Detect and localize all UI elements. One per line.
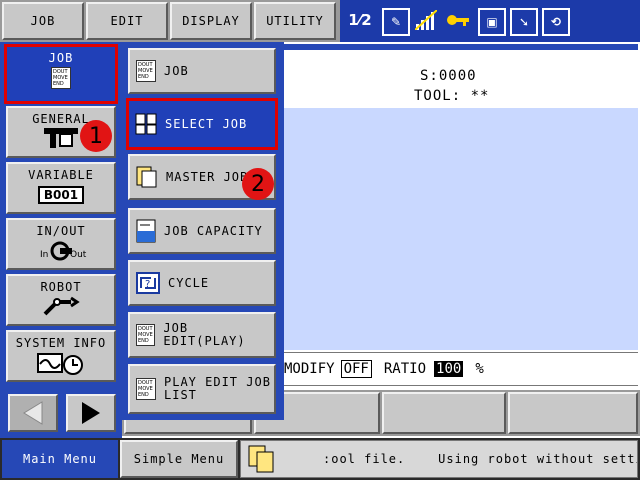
key-icon — [446, 8, 470, 32]
arrow-left-icon — [23, 401, 43, 425]
main-menu-variable-label: VARIABLE — [28, 168, 94, 182]
job-capacity-icon — [136, 219, 156, 243]
page-back-button[interactable] — [8, 394, 58, 432]
menu-display[interactable]: DISPLAY — [170, 2, 252, 40]
main-menu-button[interactable]: Main Menu — [2, 440, 118, 478]
job-doc-icon: DOUT MOVE END — [136, 60, 156, 82]
cycle-icon: ⟲ — [542, 8, 570, 36]
variable-box: B001 — [37, 186, 85, 204]
step-number: S:0000 — [420, 68, 477, 84]
message-area: :ool file. Using robot without setting t — [240, 440, 638, 478]
message-text: :ool file. Using robot without setting t — [323, 452, 637, 466]
welding-gun-icon — [44, 128, 78, 148]
submenu-job-capacity[interactable]: JOB CAPACITY — [128, 208, 276, 254]
submenu-job-label: JOB — [164, 63, 189, 78]
function-key-3[interactable] — [382, 392, 506, 434]
submenu-cycle-label: CYCLE — [168, 275, 210, 290]
main-menu-system-info[interactable]: SYSTEM INFO — [6, 330, 116, 382]
main-menu-job[interactable]: JOB DOUT MOVE END — [4, 44, 118, 104]
export-icon: ➘ — [510, 8, 538, 36]
in-out-icon: In Out — [36, 238, 86, 264]
tool-number: TOOL: ** — [414, 88, 490, 104]
menu-edit[interactable]: EDIT — [86, 2, 168, 40]
select-job-icon — [135, 113, 157, 135]
main-menu-system-info-label: SYSTEM INFO — [15, 336, 107, 350]
ratio-label: RATIO — [383, 361, 427, 377]
main-menu-in-out[interactable]: IN/OUT In Out — [6, 218, 116, 270]
robot-arm-icon — [43, 296, 80, 316]
modify-value[interactable]: OFF — [340, 360, 372, 378]
page-forward-button[interactable] — [66, 394, 116, 432]
submenu-play-edit-job-list-label: PLAY EDIT JOB LIST — [164, 375, 271, 402]
submenu-play-edit-job-list[interactable]: DOUT MOVE END PLAY EDIT JOB LIST — [128, 364, 276, 414]
ratio-value[interactable]: 100 — [434, 361, 464, 377]
main-menu-robot[interactable]: ROBOT — [6, 274, 116, 326]
job-number-icon: 1⁄2 — [348, 11, 372, 29]
submenu-select-job-label: SELECT JOB — [165, 116, 248, 131]
image-icon: ▣ — [478, 8, 506, 36]
modify-label: MODIFY — [284, 361, 335, 377]
svg-text:?: ? — [145, 279, 150, 290]
main-menu-job-label: JOB — [48, 51, 74, 65]
submenu-job-capacity-label: JOB CAPACITY — [164, 223, 263, 238]
edit-mode-icon: ✎ — [382, 8, 410, 36]
submenu-master-job-label: MASTER JOB — [166, 169, 249, 184]
system-info-icon — [37, 353, 83, 375]
step-badge-1: 1 — [80, 120, 112, 152]
submenu-select-job[interactable]: SELECT JOB — [126, 98, 278, 150]
modify-ratio-bar: MODIFY OFF RATIO 100 % — [280, 352, 638, 386]
step-badge-2: 2 — [242, 168, 274, 200]
main-menu-in-out-label: IN/OUT — [36, 224, 86, 238]
job-doc-icon: DOUT MOVE END — [136, 324, 156, 346]
menu-job[interactable]: JOB — [2, 2, 84, 40]
content-body — [280, 108, 638, 350]
simple-menu-button[interactable]: Simple Menu — [120, 440, 238, 478]
menu-utility[interactable]: UTILITY — [254, 2, 336, 40]
main-menu-general-label: GENERAL — [32, 112, 90, 126]
function-key-4[interactable] — [508, 392, 638, 434]
job-doc-icon: DOUT MOVE END — [136, 378, 156, 400]
submenu-cycle[interactable]: ? CYCLE — [128, 260, 276, 306]
main-menu-variable[interactable]: VARIABLE B001 — [6, 162, 116, 214]
arrow-right-icon — [82, 402, 100, 424]
job-doc-icon: DOUT MOVE END — [51, 67, 71, 89]
submenu-job-edit-play[interactable]: DOUT MOVE END JOB EDIT(PLAY) — [128, 312, 276, 358]
main-menu-robot-label: ROBOT — [40, 280, 82, 294]
master-job-icon — [136, 166, 157, 188]
message-icon — [248, 445, 274, 473]
submenu-job-edit-play-label: JOB EDIT(PLAY) — [163, 321, 246, 348]
cycle-icon: ? — [136, 272, 160, 294]
content-header — [280, 44, 638, 50]
status-icon-bar: 1⁄2 ✎ ▣ ➘ ⟲ — [340, 0, 640, 42]
submenu-job[interactable]: DOUT MOVE END JOB — [128, 48, 276, 94]
signal-icon — [414, 8, 438, 32]
percent-sign: % — [475, 361, 484, 377]
